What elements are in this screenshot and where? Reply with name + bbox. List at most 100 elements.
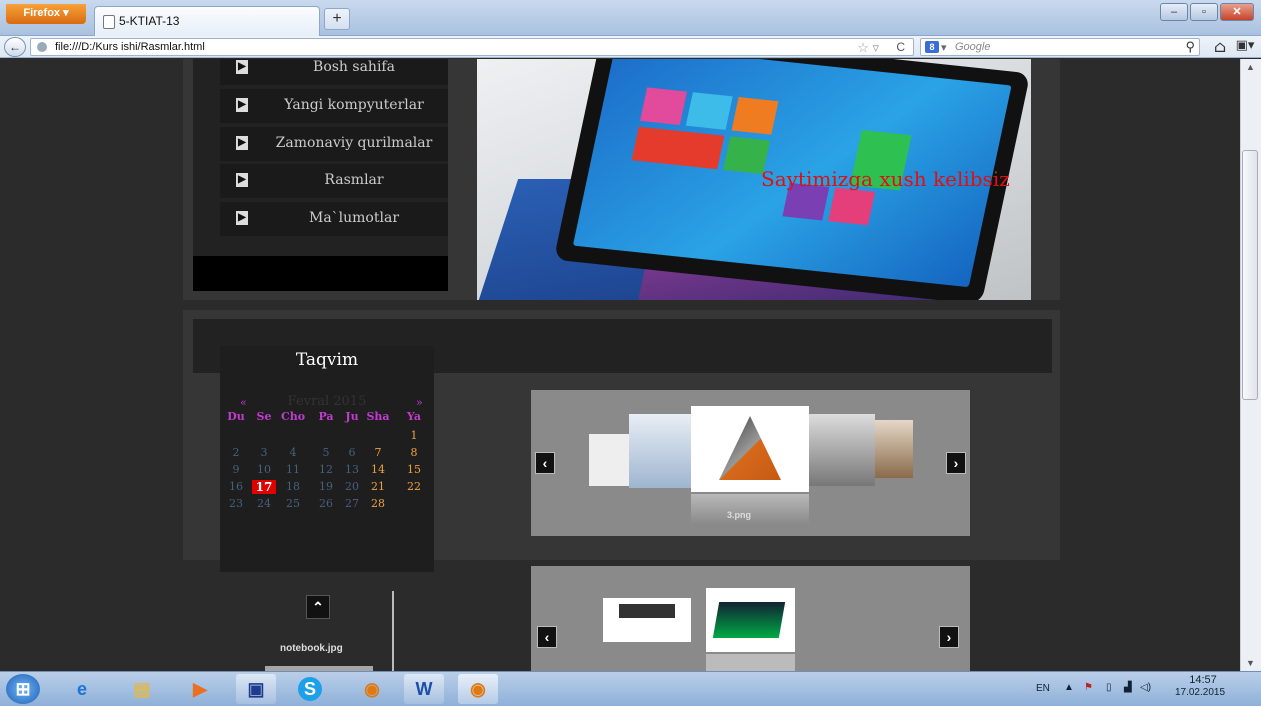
network-icon[interactable]: ▟: [1124, 682, 1132, 693]
maximize-button[interactable]: ▫: [1190, 3, 1218, 21]
tile: [640, 87, 687, 126]
scroll-down-arrow-icon[interactable]: ▼: [1242, 658, 1259, 668]
bookmarks-menu-icon[interactable]: ▣▾: [1234, 38, 1256, 56]
close-window-button[interactable]: ✕: [1220, 3, 1254, 21]
firefox-menu-label: Firefox: [23, 7, 61, 19]
calendar-weekday: Pa: [318, 410, 334, 423]
word-icon[interactable]: W: [404, 674, 444, 704]
calendar-day[interactable]: 20: [340, 480, 364, 493]
calendar-day[interactable]: 6: [340, 446, 364, 459]
chevron-up-icon[interactable]: ⌃: [306, 595, 330, 619]
calendar-day[interactable]: 12: [314, 463, 338, 476]
explorer-icon[interactable]: ▤: [122, 674, 162, 704]
calendar-day[interactable]: 14: [366, 463, 390, 476]
carousel-next-button[interactable]: ›: [946, 452, 966, 474]
tab-active[interactable]: 5-KTIAT-13: [94, 6, 320, 36]
page-icon: [103, 15, 115, 29]
carousel-thumb[interactable]: [603, 598, 691, 642]
url-bar[interactable]: file:///D:/Kurs ishi/Rasmlar.html ☆ ▿ C: [30, 38, 914, 56]
carousel-thumb[interactable]: [809, 414, 875, 486]
nav-item-zamonaviy-qurilmalar[interactable]: ▶ Zamonaviy qurilmalar: [220, 127, 448, 161]
calendar-day[interactable]: 15: [402, 463, 426, 476]
page-viewport: ▶ Bosh sahifa ▶ Yangi kompyuterlar ▶ Zam…: [0, 59, 1240, 671]
calendar-day[interactable]: 28: [366, 497, 390, 510]
calendar-day[interactable]: 2: [224, 446, 248, 459]
home-icon[interactable]: ⌂: [1210, 37, 1230, 57]
firefox-menu-button[interactable]: Firefox ▾: [6, 4, 86, 24]
device-icon[interactable]: ▯: [1106, 682, 1112, 693]
carousel-current-image[interactable]: [706, 588, 795, 652]
calendar-day[interactable]: 7: [366, 446, 390, 459]
tile: [731, 97, 779, 135]
carousel-prev-button[interactable]: ‹: [537, 626, 557, 648]
calendar-month-label: Fevral 2015: [287, 394, 367, 409]
action-center-icon[interactable]: ⚑: [1084, 682, 1093, 693]
calendar-day[interactable]: 25: [281, 497, 305, 510]
nav-item-malumotlar[interactable]: ▶ Ma`lumotlar: [220, 202, 448, 236]
save-icon[interactable]: ▣: [236, 674, 276, 704]
clock-time[interactable]: 14:57: [1180, 674, 1226, 686]
calendar-day[interactable]: 13: [340, 463, 364, 476]
url-text: file:///D:/Kurs ishi/Rasmlar.html: [55, 41, 205, 53]
scroll-thumb[interactable]: [1242, 150, 1258, 400]
language-indicator[interactable]: EN: [1036, 683, 1050, 694]
carousel-prev-button[interactable]: ‹: [535, 452, 555, 474]
calendar-next-month-button[interactable]: »: [416, 396, 423, 409]
carousel-thumb[interactable]: [875, 420, 913, 478]
media-player-icon[interactable]: ▶: [180, 674, 220, 704]
calendar-day[interactable]: 11: [281, 463, 305, 476]
calendar-day[interactable]: 27: [340, 497, 364, 510]
calendar-day[interactable]: 1: [402, 429, 426, 442]
calendar-day[interactable]: 21: [366, 480, 390, 493]
search-icon[interactable]: ⚲: [1185, 39, 1195, 55]
bookmark-star-icon[interactable]: ☆ ▿: [857, 40, 879, 56]
firefox-icon[interactable]: ◉: [352, 674, 392, 704]
calendar-day[interactable]: 18: [281, 480, 305, 493]
new-tab-button[interactable]: +: [324, 8, 350, 30]
calendar-day[interactable]: 10: [252, 463, 276, 476]
calendar-today[interactable]: 17: [252, 480, 276, 494]
calendar-title: Taqvim: [295, 350, 359, 370]
calendar-day[interactable]: 26: [314, 497, 338, 510]
calendar-day[interactable]: 5: [314, 446, 338, 459]
ie-icon[interactable]: e: [62, 674, 102, 704]
carousel-next-button[interactable]: ›: [939, 626, 959, 648]
carousel-thumb[interactable]: [629, 414, 691, 488]
reload-icon[interactable]: C: [896, 40, 905, 54]
calendar-weekday: Sha: [366, 410, 390, 423]
nav-item-rasmlar[interactable]: ▶ Rasmlar: [220, 164, 448, 198]
nav-item-bosh-sahifa[interactable]: ▶ Bosh sahifa: [220, 59, 448, 85]
search-input[interactable]: 8 ▾ Google ⚲: [920, 38, 1200, 56]
skype-icon[interactable]: S: [290, 674, 330, 704]
calendar-day[interactable]: 4: [281, 446, 305, 459]
calendar-day[interactable]: 16: [224, 480, 248, 493]
search-engine-dropdown-icon[interactable]: ▾: [941, 41, 947, 54]
calendar-day[interactable]: 8: [402, 446, 426, 459]
calendar-day[interactable]: 24: [252, 497, 276, 510]
site-identity-icon[interactable]: [37, 42, 47, 52]
back-button[interactable]: ←: [4, 37, 26, 57]
clock-date[interactable]: 17.02.2015: [1172, 687, 1228, 698]
carousel-thumb[interactable]: [589, 434, 629, 486]
calendar-weekday: Ju: [345, 410, 359, 423]
calendar-day[interactable]: 9: [224, 463, 248, 476]
google-icon[interactable]: 8: [925, 41, 939, 53]
tile: [631, 126, 725, 170]
calendar-day[interactable]: 23: [224, 497, 248, 510]
calendar-day[interactable]: 3: [252, 446, 276, 459]
minimize-button[interactable]: –: [1160, 3, 1188, 21]
calendar-day[interactable]: 19: [314, 480, 338, 493]
welcome-text: Saytimizga xush kelibsiz: [761, 167, 1010, 191]
calendar-weekday: Se: [256, 410, 272, 423]
arrow-right-icon: ▶: [236, 173, 248, 187]
image-carousel: ‹ › 3.png: [531, 390, 970, 536]
nav-item-label: Yangi kompyuterlar: [284, 97, 424, 113]
start-orb-icon[interactable]: ⊞: [6, 674, 40, 704]
volume-icon[interactable]: ◁): [1140, 682, 1151, 693]
nav-item-yangi-kompyuterlar[interactable]: ▶ Yangi kompyuterlar: [220, 89, 448, 123]
calendar-day[interactable]: 22: [402, 480, 426, 493]
firefox-icon[interactable]: ◉: [458, 674, 498, 704]
scroll-up-arrow-icon[interactable]: ▲: [1242, 62, 1259, 72]
carousel-current-image[interactable]: [691, 406, 809, 492]
tray-expand-icon[interactable]: ▲: [1064, 682, 1074, 693]
